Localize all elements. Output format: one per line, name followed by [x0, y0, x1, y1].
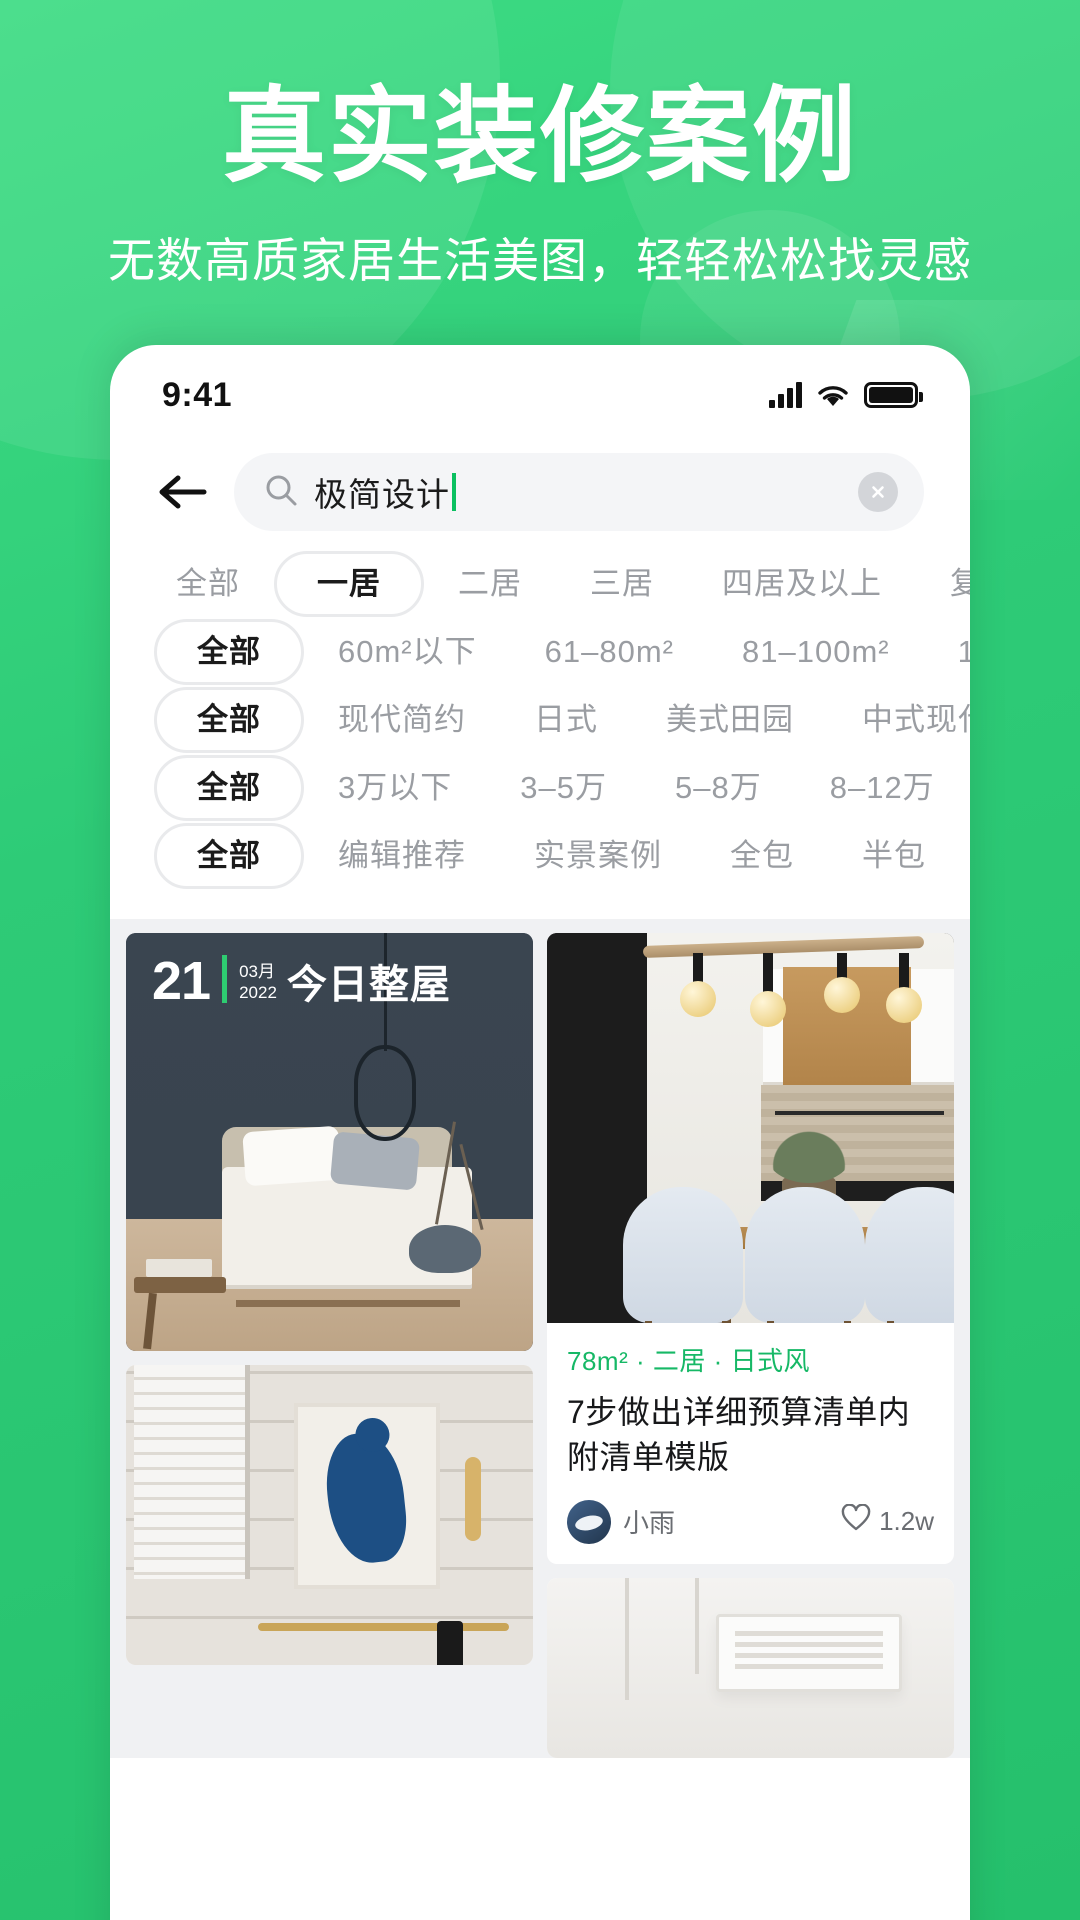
badge-day: 21 — [152, 951, 211, 1012]
filter-chip[interactable]: 60m²以下 — [304, 619, 511, 685]
filter-panel: 全部 一居 二居 三居 四居及以上 复式 全部 60m²以下 61–80m² 8… — [110, 531, 970, 919]
filter-chip[interactable]: 现代简约 — [304, 687, 500, 753]
badge-month: 03月 — [239, 961, 275, 981]
back-arrow-icon[interactable] — [154, 464, 210, 520]
filter-chip[interactable]: 日式 — [500, 687, 632, 753]
filter-chip-selected[interactable]: 全部 — [154, 619, 304, 685]
filter-chip[interactable]: 实景案例 — [500, 823, 696, 889]
battery-full-icon — [864, 382, 923, 408]
filter-chip[interactable]: 二居 — [424, 551, 556, 617]
case-card[interactable]: 78m² · 二居 · 日式风 7步做出详细预算清单内附清单模版 小雨 1.2w — [547, 933, 954, 1564]
filter-chip[interactable]: 101–120 — [924, 619, 970, 685]
status-time: 9:41 — [162, 375, 233, 414]
filter-chip[interactable]: 材料 — [960, 823, 970, 889]
filter-chip[interactable]: 3万以下 — [304, 755, 486, 821]
status-icons — [769, 382, 923, 408]
filter-chip[interactable]: 12 — [969, 755, 970, 821]
like-count: 1.2w — [879, 1506, 934, 1537]
filter-chip[interactable]: 三居 — [556, 551, 688, 617]
filter-row-style: 全部 现代简约 日式 美式田园 中式现代 — [110, 687, 970, 753]
search-query-value: 极简设计 — [314, 476, 450, 513]
filter-chip-selected[interactable]: 全部 — [154, 823, 304, 889]
filter-chip-selected[interactable]: 全部 — [154, 687, 304, 753]
page-title: 真实装修案例 — [221, 79, 858, 195]
case-author: 小雨 — [623, 1508, 676, 1539]
badge-year: 2022 — [239, 982, 277, 1002]
hero-text-block: 真实装修案例 无数高质家居生活美图，轻轻松松找灵感 — [0, 78, 1080, 291]
clear-circle-icon[interactable] — [858, 472, 898, 512]
filter-row-type: 全部 编辑推荐 实景案例 全包 半包 材料 — [110, 823, 970, 889]
kitchen-dining-photo — [547, 933, 954, 1323]
filter-chip[interactable]: 中式现代 — [828, 687, 970, 753]
filter-chip-selected[interactable]: 一居 — [274, 551, 424, 617]
search-query-text: 极简设计 — [314, 468, 456, 516]
cellular-signal-icon — [769, 382, 802, 408]
case-card-body: 78m² · 二居 · 日式风 7步做出详细预算清单内附清单模版 小雨 1.2w — [547, 1323, 954, 1564]
heart-icon — [841, 1503, 871, 1539]
badge-title: 今日整屋 — [286, 963, 451, 1007]
case-card[interactable] — [547, 1577, 954, 1758]
badge-date: 03月 2022 — [239, 961, 277, 1008]
search-bar-row: 极简设计 — [110, 431, 970, 531]
user-avatar[interactable] — [567, 1499, 611, 1544]
tile-wall-art-photo — [126, 1365, 533, 1665]
ceiling-vent-photo — [547, 1577, 954, 1758]
phone-mockup: 9:41 极简设计 全部 一居 二居 三居 四居及以上 复 全部 60m²以下 … — [110, 345, 970, 1920]
filter-chip[interactable]: 8–12万 — [796, 755, 969, 821]
page-subtitle: 无数高质家居生活美图，轻轻松松找灵感 — [108, 233, 972, 287]
case-footer: 小雨 1.2w — [567, 1499, 934, 1544]
badge-divider — [222, 955, 228, 1003]
case-feed: 21 03月 2022 今日整屋 78m² · 二居 · 日式风 7步做出详细预… — [110, 919, 970, 1758]
filter-chip[interactable]: 四居及以上 — [688, 551, 916, 617]
case-title: 7步做出详细预算清单内附清单模版 — [567, 1394, 911, 1475]
filter-row-room-count: 全部 一居 二居 三居 四居及以上 复式 — [110, 551, 970, 617]
filter-chip[interactable]: 5–8万 — [641, 755, 796, 821]
like-count-group[interactable]: 1.2w — [841, 1503, 934, 1539]
filter-chip[interactable]: 全包 — [696, 823, 828, 889]
search-icon — [264, 473, 298, 512]
filter-row-budget: 全部 3万以下 3–5万 5–8万 8–12万 12 — [110, 755, 970, 821]
dark-bedroom-photo: 21 03月 2022 今日整屋 — [126, 933, 533, 1351]
case-card[interactable]: 21 03月 2022 今日整屋 — [126, 933, 533, 1351]
filter-chip[interactable]: 半包 — [828, 823, 960, 889]
case-card[interactable] — [126, 1365, 533, 1665]
filter-chip[interactable]: 81–100m² — [708, 619, 924, 685]
filter-chip[interactable]: 3–5万 — [486, 755, 641, 821]
filter-chip[interactable]: 编辑推荐 — [304, 823, 500, 889]
feed-column-right: 78m² · 二居 · 日式风 7步做出详细预算清单内附清单模版 小雨 1.2w — [547, 933, 954, 1758]
text-caret — [452, 473, 456, 511]
wifi-icon — [816, 382, 850, 408]
filter-chip[interactable]: 美式田园 — [632, 687, 828, 753]
filter-chip[interactable]: 全部 — [154, 551, 274, 617]
status-bar: 9:41 — [110, 345, 970, 431]
daily-badge: 21 03月 2022 今日整屋 — [152, 951, 451, 1012]
filter-chip[interactable]: 61–80m² — [511, 619, 708, 685]
feed-column-left: 21 03月 2022 今日整屋 — [126, 933, 533, 1758]
filter-row-area: 全部 60m²以下 61–80m² 81–100m² 101–120 — [110, 619, 970, 685]
case-meta: 78m² · 二居 · 日式风 — [567, 1346, 810, 1376]
filter-chip-selected[interactable]: 全部 — [154, 755, 304, 821]
search-input[interactable]: 极简设计 — [234, 453, 924, 531]
filter-chip[interactable]: 复式 — [916, 551, 970, 617]
